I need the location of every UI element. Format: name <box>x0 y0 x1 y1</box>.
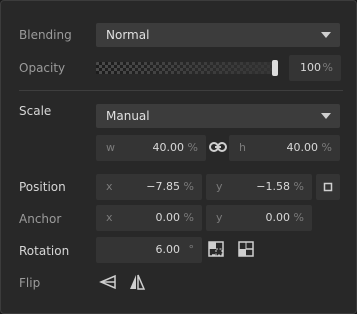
section-divider <box>19 90 343 91</box>
anchor-y-value: 0.00 <box>265 211 291 224</box>
opacity-slider-handle[interactable] <box>272 60 278 76</box>
flip-vertical-icon[interactable] <box>128 273 146 291</box>
blending-label: Blending <box>19 28 72 42</box>
anchor-y-input[interactable]: y 0.00 % <box>206 205 312 231</box>
scale-width-value: 40.00 <box>152 141 185 154</box>
flip-label: Flip <box>19 276 41 290</box>
anchor-x-unit: % <box>183 211 194 224</box>
scale-mode-select[interactable]: Manual <box>96 104 340 128</box>
chevron-down-icon <box>321 113 331 119</box>
link-icon[interactable] <box>209 141 227 153</box>
rotation-value: 6.00 <box>155 243 181 256</box>
scale-height-input[interactable]: h 40.00 % <box>229 135 340 161</box>
anchor-preset-button[interactable] <box>316 174 340 200</box>
position-y-unit: % <box>293 180 304 193</box>
position-label: Position <box>19 180 66 194</box>
position-x-unit: % <box>183 180 194 193</box>
position-x-prefix: x <box>106 180 113 193</box>
rotate-clockwise-icon[interactable] <box>207 240 225 258</box>
scale-width-prefix: w <box>106 141 115 154</box>
position-y-input[interactable]: y −1.58 % <box>206 174 312 200</box>
scale-width-unit: % <box>187 141 198 154</box>
opacity-input[interactable]: 100 % <box>289 55 341 81</box>
scale-width-input[interactable]: w 40.00 % <box>96 135 206 161</box>
anchor-y-unit: % <box>293 211 304 224</box>
position-y-value: −1.58 <box>256 180 290 193</box>
position-x-value: −7.85 <box>146 180 180 193</box>
anchor-x-value: 0.00 <box>155 211 181 224</box>
anchor-x-prefix: x <box>106 211 113 224</box>
blending-select[interactable]: Normal <box>96 23 340 47</box>
scale-height-unit: % <box>321 141 332 154</box>
rotation-label: Rotation <box>19 244 70 258</box>
anchor-x-input[interactable]: x 0.00 % <box>96 205 202 231</box>
opacity-label: Opacity <box>19 61 66 75</box>
blending-value: Normal <box>106 28 150 42</box>
rotate-counterclockwise-icon[interactable] <box>237 240 255 258</box>
anchor-label: Anchor <box>19 212 62 226</box>
chevron-down-icon <box>321 32 331 38</box>
anchor-preset-icon <box>323 182 333 192</box>
scale-label: Scale <box>19 104 52 118</box>
opacity-slider-track[interactable] <box>96 62 278 74</box>
scale-mode-value: Manual <box>106 109 150 123</box>
scale-height-prefix: h <box>239 141 246 154</box>
transform-panel: Blending Normal Opacity 100 % Scale Manu… <box>0 0 357 314</box>
rotation-input[interactable]: 6.00 ° <box>96 237 202 263</box>
opacity-value: 100 <box>300 61 321 74</box>
scale-height-value: 40.00 <box>286 141 319 154</box>
rotation-unit: ° <box>188 243 195 256</box>
anchor-y-prefix: y <box>216 211 223 224</box>
position-y-prefix: y <box>216 180 223 193</box>
flip-horizontal-icon[interactable] <box>99 274 117 290</box>
opacity-unit: % <box>322 61 333 74</box>
position-x-input[interactable]: x −7.85 % <box>96 174 202 200</box>
